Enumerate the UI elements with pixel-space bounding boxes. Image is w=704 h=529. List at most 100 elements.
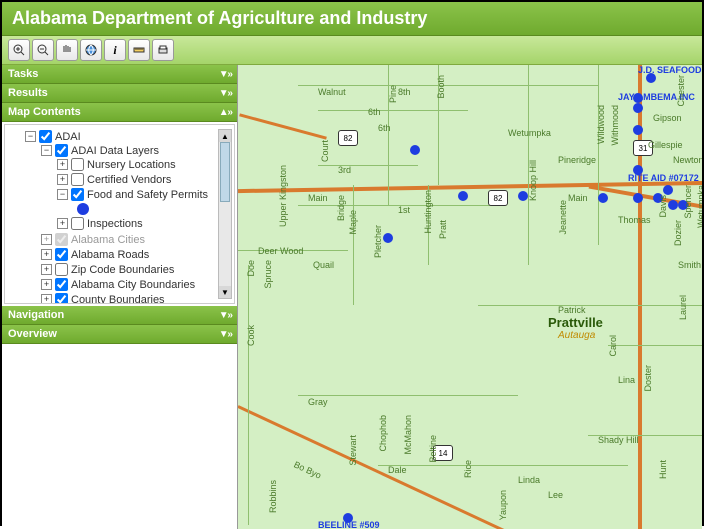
expand-icon[interactable]: + (41, 249, 52, 260)
tasks-panel-header[interactable]: Tasks ▼ » (2, 65, 237, 84)
layer-checkbox[interactable] (55, 263, 68, 276)
expand-icon[interactable]: + (41, 294, 52, 304)
road-minor (353, 185, 354, 305)
tree-node-datalayers[interactable]: −ADAI Data Layers +Nursery Locations +Ce… (41, 143, 230, 232)
layer-checkbox[interactable] (71, 173, 84, 186)
tree-node-cityboundaries[interactable]: +Alabama City Boundaries (41, 277, 230, 292)
map-viewport[interactable]: 82 82 31 14 J.D. SEAFOOD JAY AMBEMA INC … (238, 65, 702, 529)
street-label: Pineridge (558, 155, 596, 165)
street-label: Pratt (438, 220, 448, 239)
chevron-up-icon: ▲ » (219, 107, 231, 118)
layer-checkbox[interactable] (55, 293, 68, 304)
identify-button[interactable]: i (104, 39, 126, 61)
street-label: 6th (368, 107, 381, 117)
permit-point[interactable] (668, 200, 678, 210)
results-panel-header[interactable]: Results ▼ » (2, 84, 237, 103)
permit-label: J.D. SEAFOOD (638, 65, 702, 75)
permit-label: RITE AID #07172 (628, 173, 699, 183)
layer-checkbox[interactable] (55, 144, 68, 157)
layer-checkbox[interactable] (71, 188, 84, 201)
layer-checkbox[interactable] (39, 130, 52, 143)
street-label: Chophob (378, 415, 388, 452)
street-label: Deer Wood (258, 246, 303, 256)
tree-node-roads[interactable]: +Alabama Roads (41, 247, 230, 262)
permit-point[interactable] (458, 191, 468, 201)
street-label: Gipson (653, 113, 682, 123)
expand-icon[interactable]: + (57, 218, 68, 229)
street-label: Rice (463, 460, 473, 478)
layer-tree: −ADAI −ADAI Data Layers +Nursery Locatio… (9, 129, 230, 304)
print-button[interactable] (152, 39, 174, 61)
zoom-out-button[interactable] (32, 39, 54, 61)
scroll-down-icon[interactable]: ▼ (219, 286, 231, 298)
full-extent-button[interactable] (80, 39, 102, 61)
street-label: Wildwood (596, 105, 606, 144)
pan-button[interactable] (56, 39, 78, 61)
street-label: Knoop Hill (528, 160, 538, 201)
collapse-icon[interactable]: − (41, 145, 52, 156)
chevron-down-icon: ▼ » (219, 69, 231, 80)
mapcontents-panel-header[interactable]: Map Contents ▲ » (2, 103, 237, 122)
permit-point[interactable] (663, 185, 673, 195)
tree-node-adai[interactable]: −ADAI −ADAI Data Layers +Nursery Locatio… (25, 129, 230, 304)
street-label: Bridge (336, 195, 346, 221)
collapse-icon[interactable]: − (57, 189, 68, 200)
layer-checkbox[interactable] (71, 217, 84, 230)
scroll-up-icon[interactable]: ▲ (219, 130, 231, 142)
collapse-icon[interactable]: − (25, 131, 36, 142)
layer-checkbox (55, 233, 68, 246)
street-label: 3rd (338, 165, 351, 175)
tree-node-zip[interactable]: +Zip Code Boundaries (41, 262, 230, 277)
street-label: Hunt (658, 460, 668, 479)
street-label: Bo Byo (292, 459, 323, 480)
street-label: Dale (388, 465, 407, 475)
street-label: Lee (548, 490, 563, 500)
street-label: Main (568, 193, 588, 203)
navigation-panel-header[interactable]: Navigation ▼ » (2, 306, 237, 325)
chevron-down-icon: ▼ » (219, 88, 231, 99)
street-label: Court (320, 140, 330, 162)
road-minor (298, 395, 518, 396)
tree-node-countyboundaries[interactable]: +County Boundaries (41, 292, 230, 304)
street-label: Pine (388, 85, 398, 103)
measure-button[interactable] (128, 39, 150, 61)
expand-icon[interactable]: + (41, 264, 52, 275)
street-label: Booth (436, 75, 446, 99)
left-panel: Tasks ▼ » Results ▼ » Map Contents ▲ » −… (2, 65, 238, 529)
street-label: Main (308, 193, 328, 203)
layer-checkbox[interactable] (55, 248, 68, 261)
street-label: Patrick (558, 305, 586, 315)
street-label: Smith (678, 260, 701, 270)
street-label: Spruce (263, 260, 273, 289)
permit-point[interactable] (633, 193, 643, 203)
street-label: Pletcher (373, 225, 383, 258)
tree-node-inspections[interactable]: +Inspections (57, 216, 230, 231)
tree-node-vendors[interactable]: +Certified Vendors (57, 172, 230, 187)
overview-panel-header[interactable]: Overview ▼ » (2, 325, 237, 344)
tree-node-permits[interactable]: −Food and Safety Permits (57, 187, 230, 216)
layer-checkbox[interactable] (71, 158, 84, 171)
permit-point[interactable] (410, 145, 420, 155)
county-label: Autauga (558, 330, 595, 341)
expand-icon[interactable]: + (57, 159, 68, 170)
permit-point[interactable] (518, 191, 528, 201)
highway-shield: 82 (488, 190, 508, 206)
permit-point[interactable] (383, 233, 393, 243)
zoom-in-button[interactable] (8, 39, 30, 61)
permit-point[interactable] (633, 103, 643, 113)
permit-point[interactable] (633, 125, 643, 135)
tree-node-nursery[interactable]: +Nursery Locations (57, 157, 230, 172)
street-label: Upper Kingston (278, 165, 288, 227)
road-major (239, 113, 327, 139)
street-label: 8th (398, 87, 411, 97)
expand-icon[interactable]: + (41, 279, 52, 290)
expand-icon[interactable]: + (41, 234, 52, 245)
layer-checkbox[interactable] (55, 278, 68, 291)
expand-icon[interactable]: + (57, 174, 68, 185)
street-label: Carol (608, 335, 618, 357)
permit-point[interactable] (598, 193, 608, 203)
scrollbar[interactable]: ▲ ▼ (218, 129, 232, 299)
scroll-thumb[interactable] (220, 142, 230, 202)
mapcontents-panel: −ADAI −ADAI Data Layers +Nursery Locatio… (4, 124, 235, 304)
chevron-down-icon: ▼ » (219, 310, 231, 321)
